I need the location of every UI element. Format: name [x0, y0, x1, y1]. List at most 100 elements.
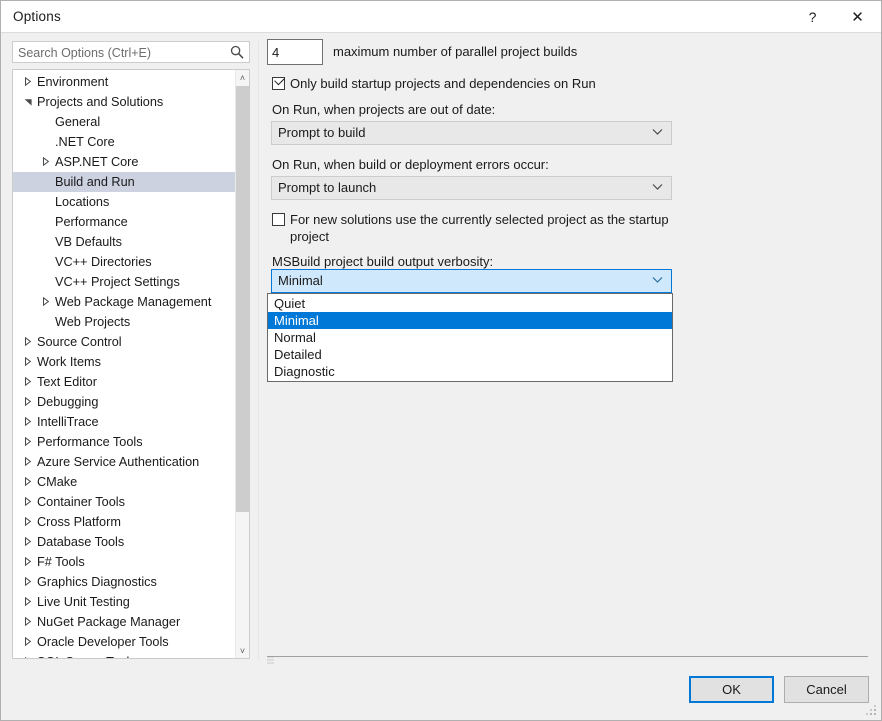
close-icon[interactable]: ✕: [835, 1, 880, 32]
chevron-right-icon[interactable]: [21, 332, 35, 352]
chevron-right-icon[interactable]: [21, 72, 35, 92]
new-solutions-startup-checkbox[interactable]: [272, 213, 285, 226]
tree-item-web-projects[interactable]: Web Projects: [13, 312, 237, 332]
tree-item-build-and-run[interactable]: Build and Run: [13, 172, 237, 192]
tree-item-cross-platform[interactable]: Cross Platform: [13, 512, 237, 532]
tree-item-sql-server-tools[interactable]: SQL Server Tools: [13, 652, 237, 658]
tree-item-database-tools[interactable]: Database Tools: [13, 532, 237, 552]
search-icon: [230, 45, 244, 59]
tree-item-performance[interactable]: Performance: [13, 212, 237, 232]
tree-item-label: Text Editor: [37, 375, 97, 389]
tree-item-azure-service-authentication[interactable]: Azure Service Authentication: [13, 452, 237, 472]
resize-grip-icon[interactable]: [866, 705, 878, 717]
tree-item-label: Container Tools: [37, 495, 125, 509]
tree-item-graphics-diagnostics[interactable]: Graphics Diagnostics: [13, 572, 237, 592]
out-of-date-label: On Run, when projects are out of date:: [272, 102, 496, 117]
tree-item-vb-defaults[interactable]: VB Defaults: [13, 232, 237, 252]
scrollbar-down-arrow-icon[interactable]: ˅: [236, 643, 249, 658]
chevron-down-icon: [651, 126, 663, 138]
verbosity-dropdown-list[interactable]: Quiet Minimal Normal Detailed Diagnostic: [267, 293, 673, 382]
scrollbar-up-arrow-icon[interactable]: ˄: [236, 70, 249, 85]
dropdown-option-quiet[interactable]: Quiet: [268, 295, 672, 312]
cancel-button[interactable]: Cancel: [784, 676, 869, 703]
chevron-right-icon[interactable]: [21, 532, 35, 552]
tree-item-spacer: [39, 232, 53, 252]
chevron-down-icon: [651, 274, 663, 286]
tree-item-oracle-developer-tools[interactable]: Oracle Developer Tools: [13, 632, 237, 652]
verbosity-combobox[interactable]: Minimal: [271, 269, 672, 293]
search-options-box[interactable]: [12, 41, 250, 63]
tree-item-spacer: [39, 132, 53, 152]
tree-item-net-core[interactable]: .NET Core: [13, 132, 237, 152]
only-build-startup-checkbox[interactable]: [272, 74, 285, 90]
only-build-startup-label: Only build startup projects and dependen…: [290, 76, 596, 91]
dropdown-option-diagnostic[interactable]: Diagnostic: [268, 363, 672, 380]
tree-item-nuget-package-manager[interactable]: NuGet Package Manager: [13, 612, 237, 632]
tree-item-label: Projects and Solutions: [37, 95, 164, 109]
build-and-run-settings-pane: maximum number of parallel project build…: [267, 39, 867, 659]
tree-item-label: Work Items: [37, 355, 101, 369]
ok-button[interactable]: OK: [689, 676, 774, 703]
options-category-tree[interactable]: Environment Projects and Solutions General…: [12, 69, 250, 659]
chevron-right-icon[interactable]: [21, 552, 35, 572]
tree-item-label: Database Tools: [37, 535, 125, 549]
errors-occur-combobox[interactable]: Prompt to launch: [271, 176, 672, 200]
chevron-right-icon[interactable]: [21, 632, 35, 652]
tree-item-label: Cross Platform: [37, 515, 121, 529]
chevron-right-icon[interactable]: [21, 392, 35, 412]
tree-item-performance-tools[interactable]: Performance Tools: [13, 432, 237, 452]
tree-item-text-editor[interactable]: Text Editor: [13, 372, 237, 392]
chevron-right-icon[interactable]: [21, 512, 35, 532]
chevron-right-icon[interactable]: [21, 652, 35, 658]
search-input[interactable]: [18, 44, 218, 61]
tree-item-f-tools[interactable]: F# Tools: [13, 552, 237, 572]
tree-scrollbar[interactable]: ˄ ˅: [235, 70, 249, 658]
dropdown-option-normal[interactable]: Normal: [268, 329, 672, 346]
new-solutions-startup-checkbox-row[interactable]: For new solutions use the currently sele…: [272, 211, 669, 245]
parallel-builds-input[interactable]: [268, 40, 322, 64]
chevron-right-icon[interactable]: [39, 292, 53, 312]
tree-item-locations[interactable]: Locations: [13, 192, 237, 212]
chevron-right-icon[interactable]: [21, 452, 35, 472]
tree-item-work-items[interactable]: Work Items: [13, 352, 237, 372]
tree-item-debugging[interactable]: Debugging: [13, 392, 237, 412]
tree-item-environment[interactable]: Environment: [13, 72, 237, 92]
parallel-builds-field[interactable]: [267, 39, 323, 65]
tree-item-web-package-management[interactable]: Web Package Management: [13, 292, 237, 312]
chevron-right-icon[interactable]: [21, 572, 35, 592]
options-dialog: Options ? ✕ Environment Projects and Solu…: [0, 0, 882, 721]
tree-item-general[interactable]: General: [13, 112, 237, 132]
tree-item-label: Build and Run: [55, 175, 135, 189]
tree-item-spacer: [39, 212, 53, 232]
help-icon[interactable]: ?: [790, 1, 835, 32]
tree-item-asp-net-core[interactable]: ASP.NET Core: [13, 152, 237, 172]
out-of-date-combobox[interactable]: Prompt to build: [271, 121, 672, 145]
chevron-right-icon[interactable]: [21, 432, 35, 452]
tree-item-cmake[interactable]: CMake: [13, 472, 237, 492]
tree-item-spacer: [39, 112, 53, 132]
tree-item-source-control[interactable]: Source Control: [13, 332, 237, 352]
dropdown-option-detailed[interactable]: Detailed: [268, 346, 672, 363]
tree-item-label: VC++ Directories: [55, 255, 152, 269]
only-build-startup-checkbox-row[interactable]: Only build startup projects and dependen…: [272, 74, 832, 92]
chevron-right-icon[interactable]: [21, 492, 35, 512]
chevron-right-icon[interactable]: [21, 472, 35, 492]
tree-item-projects-and-solutions[interactable]: Projects and Solutions: [13, 92, 237, 112]
tree-item-container-tools[interactable]: Container Tools: [13, 492, 237, 512]
chevron-down-icon[interactable]: [21, 92, 35, 112]
tree-item-live-unit-testing[interactable]: Live Unit Testing: [13, 592, 237, 612]
chevron-right-icon[interactable]: [21, 612, 35, 632]
chevron-right-icon[interactable]: [21, 592, 35, 612]
dropdown-option-minimal[interactable]: Minimal: [268, 312, 672, 329]
scrollbar-thumb[interactable]: [236, 86, 249, 512]
tree-item-list: Environment Projects and Solutions General…: [13, 72, 237, 658]
tree-item-label: Locations: [55, 195, 110, 209]
tree-item-vc-project-settings[interactable]: VC++ Project Settings: [13, 272, 237, 292]
chevron-right-icon[interactable]: [21, 412, 35, 432]
chevron-right-icon[interactable]: [21, 352, 35, 372]
tree-item-vc-directories[interactable]: VC++ Directories: [13, 252, 237, 272]
chevron-right-icon[interactable]: [21, 372, 35, 392]
tree-item-intellitrace[interactable]: IntelliTrace: [13, 412, 237, 432]
window-title: Options: [13, 9, 61, 24]
chevron-right-icon[interactable]: [39, 152, 53, 172]
